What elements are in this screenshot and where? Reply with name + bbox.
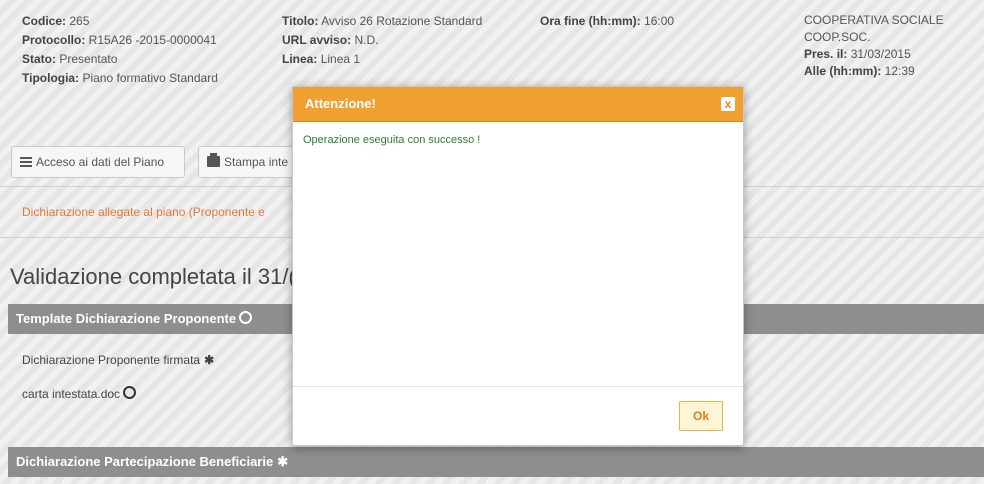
titolo-label: Titolo: [282,14,319,28]
participation-section-title: Dichiarazione Partecipazione Beneficiari… [16,454,274,469]
access-plan-data-button[interactable]: Acceso ai dati del Piano [11,146,185,178]
tipologia-value: Piano formativo Standard [82,71,218,85]
protocollo-label: Protocollo: [22,33,86,47]
access-plan-data-label: Acceso ai dati del Piano [36,155,165,169]
url-label: URL avviso: [282,33,352,47]
print-icon [207,153,220,167]
file-name[interactable]: carta intestata.doc [22,387,120,401]
signed-declaration-label: Dichiarazione Proponente firmata [22,353,201,367]
template-section-title: Template Dichiarazione Proponente [16,311,237,326]
codice-label: Codice: [22,14,67,28]
plan-info-right: COOPERATIVA SOCIALE COOP.SOC. Pres. il: … [804,12,944,80]
plan-info-left: Codice: 265 Protocollo: R15A26 -2015-000… [22,12,218,88]
asterisk-icon: ✱ [204,353,215,367]
declarations-link[interactable]: Dichiarazione allegate al piano (Propone… [22,205,265,219]
ora-fine-value: 16:00 [644,14,675,28]
alle-value: 12:39 [884,64,915,78]
print-label: Stampa inte [224,155,289,169]
signed-declaration-row: Dichiarazione Proponente firmata ✱ [22,353,214,367]
titolo-value: Avviso 26 Rotazione Standard [321,14,483,28]
clock-icon [123,386,137,399]
pres-value: 31/03/2015 [850,47,911,61]
codice-value: 265 [69,14,90,28]
plan-info-middle: Titolo: Avviso 26 Rotazione Standard URL… [282,12,482,69]
ora-fine-label: Ora fine (hh:mm): [540,14,641,28]
pres-label: Pres. il: [804,47,848,61]
participation-section-header[interactable]: Dichiarazione Partecipazione Beneficiari… [8,447,984,477]
linea-value: Linea 1 [320,52,361,66]
file-row[interactable]: carta intestata.doc [22,386,137,401]
plan-info-time: Ora fine (hh:mm): 16:00 [540,12,674,31]
validation-status: Validazione completata il 31/( [10,264,296,289]
alert-dialog: Attenzione! x Operazione eseguita con su… [292,86,744,446]
asterisk-icon: ✱ [277,454,289,469]
stato-value: Presentato [59,52,118,66]
close-icon[interactable]: x [721,97,735,111]
tipologia-label: Tipologia: [22,71,80,85]
ok-button[interactable]: Ok [679,401,723,431]
clock-icon [239,311,253,324]
org-name-line1: COOPERATIVA SOCIALE [804,13,944,27]
stato-label: Stato: [22,52,56,66]
protocollo-value: R15A26 -2015-0000041 [88,33,217,47]
alle-label: Alle (hh:mm): [804,64,882,78]
dialog-header: Attenzione! x [293,87,743,122]
org-name-line2: COOP.SOC. [804,30,871,44]
dialog-message: Operazione eseguita con successo ! [303,134,481,146]
url-value: N.D. [354,33,379,47]
dialog-title: Attenzione! [305,96,376,111]
linea-label: Linea: [282,52,318,66]
list-icon [20,157,32,167]
dialog-footer: Ok [293,386,743,445]
